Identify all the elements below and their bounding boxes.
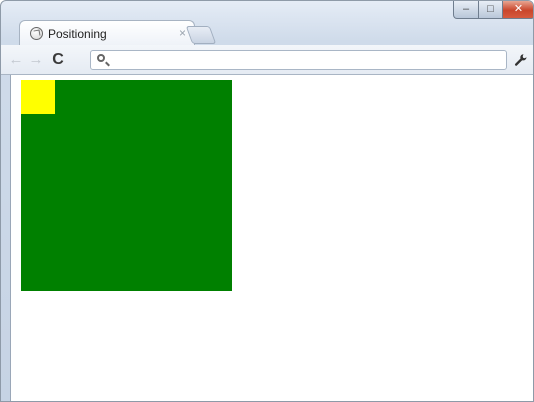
new-tab-button[interactable] bbox=[185, 26, 217, 44]
globe-icon bbox=[30, 27, 43, 40]
browser-window: Positioning × – □ ✕ ← → C bbox=[0, 0, 534, 402]
tab-title: Positioning bbox=[48, 27, 107, 41]
wrench-icon[interactable] bbox=[513, 51, 529, 69]
maximize-button[interactable]: □ bbox=[478, 1, 503, 19]
page-viewport bbox=[10, 75, 533, 401]
address-bar[interactable] bbox=[90, 50, 507, 70]
close-button[interactable]: ✕ bbox=[502, 1, 533, 19]
tab-close-icon[interactable]: × bbox=[179, 26, 186, 40]
reload-icon[interactable]: C bbox=[49, 51, 67, 69]
search-icon bbox=[97, 54, 105, 62]
inner-yellow-box bbox=[21, 80, 55, 114]
toolbar: ← → C bbox=[1, 45, 533, 75]
forward-arrow-icon[interactable]: → bbox=[27, 51, 45, 69]
outer-green-box bbox=[21, 80, 232, 291]
minimize-button[interactable]: – bbox=[453, 1, 479, 19]
address-input[interactable] bbox=[111, 52, 501, 68]
tab-strip: Positioning × – □ ✕ bbox=[1, 1, 533, 46]
tab-positioning[interactable]: Positioning × bbox=[19, 20, 195, 46]
back-arrow-icon[interactable]: ← bbox=[7, 51, 25, 69]
